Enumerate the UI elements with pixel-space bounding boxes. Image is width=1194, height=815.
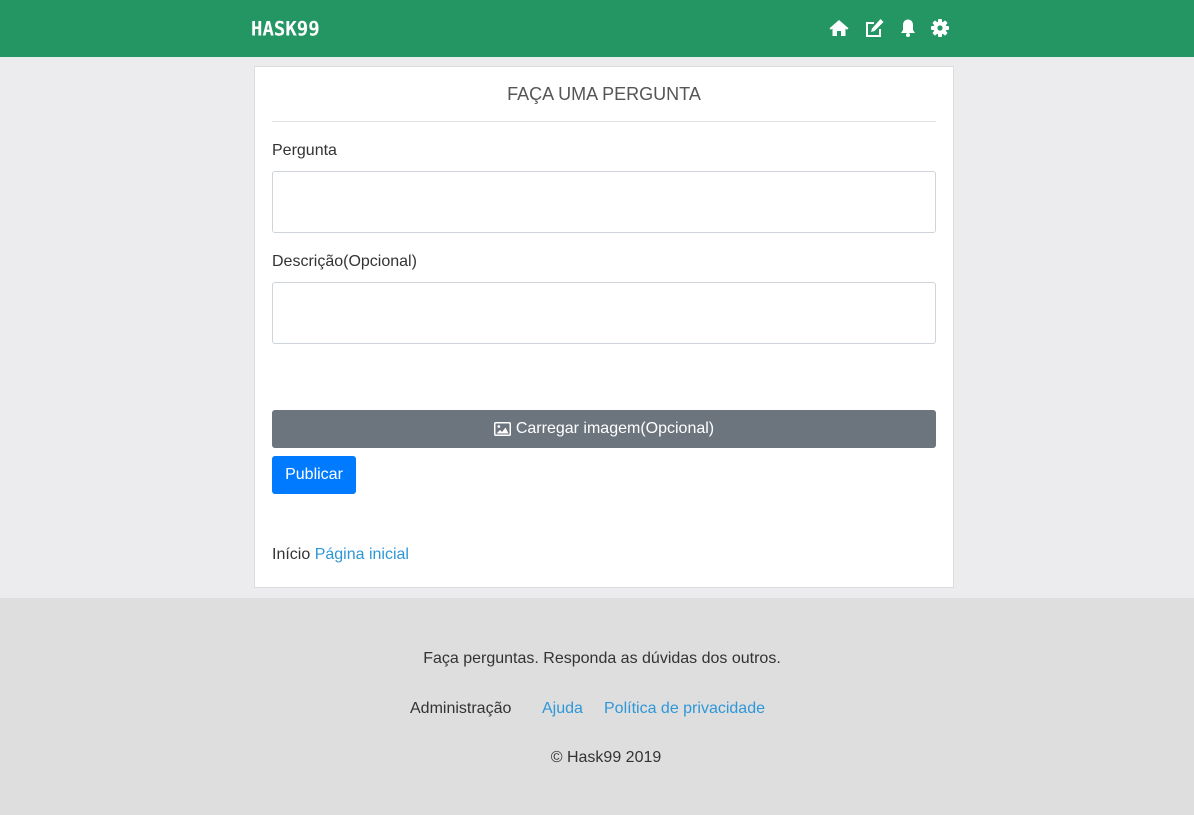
home-page-link[interactable]: Página inicial — [315, 546, 409, 563]
gear-icon[interactable] — [929, 17, 951, 39]
description-label: Descrição(Opcional) — [272, 253, 417, 270]
description-input[interactable] — [272, 282, 936, 344]
home-icon[interactable] — [828, 17, 850, 39]
footer-tagline: Faça perguntas. Responda as dúvidas dos … — [423, 650, 781, 667]
admin-text: Administração — [410, 700, 512, 717]
publish-button[interactable]: Publicar — [272, 456, 356, 494]
image-icon — [493, 422, 511, 436]
bell-icon[interactable] — [897, 17, 919, 39]
question-input[interactable] — [272, 171, 936, 233]
page-title: FAÇA UMA PERGUNTA — [272, 67, 936, 122]
page-footer: Faça perguntas. Responda as dúvidas dos … — [0, 598, 1194, 815]
help-link[interactable]: Ajuda — [542, 700, 583, 718]
upload-image-button[interactable]: Carregar imagem(Opcional) — [272, 410, 936, 448]
upload-image-label: Carregar imagem(Opcional) — [515, 420, 715, 437]
ask-question-card: FAÇA UMA PERGUNTA Pergunta Descrição(Opc… — [254, 66, 954, 588]
breadcrumb: Início Página inicial — [272, 546, 409, 564]
breadcrumb-label: Início — [272, 546, 311, 563]
copyright: © Hask99 2019 — [550, 749, 662, 766]
edit-icon[interactable] — [863, 17, 885, 39]
question-label: Pergunta — [272, 142, 337, 159]
brand-logo[interactable]: HASK99 — [251, 17, 320, 40]
top-navbar: HASK99 — [0, 0, 1194, 57]
privacy-policy-link[interactable]: Política de privacidade — [604, 700, 765, 718]
